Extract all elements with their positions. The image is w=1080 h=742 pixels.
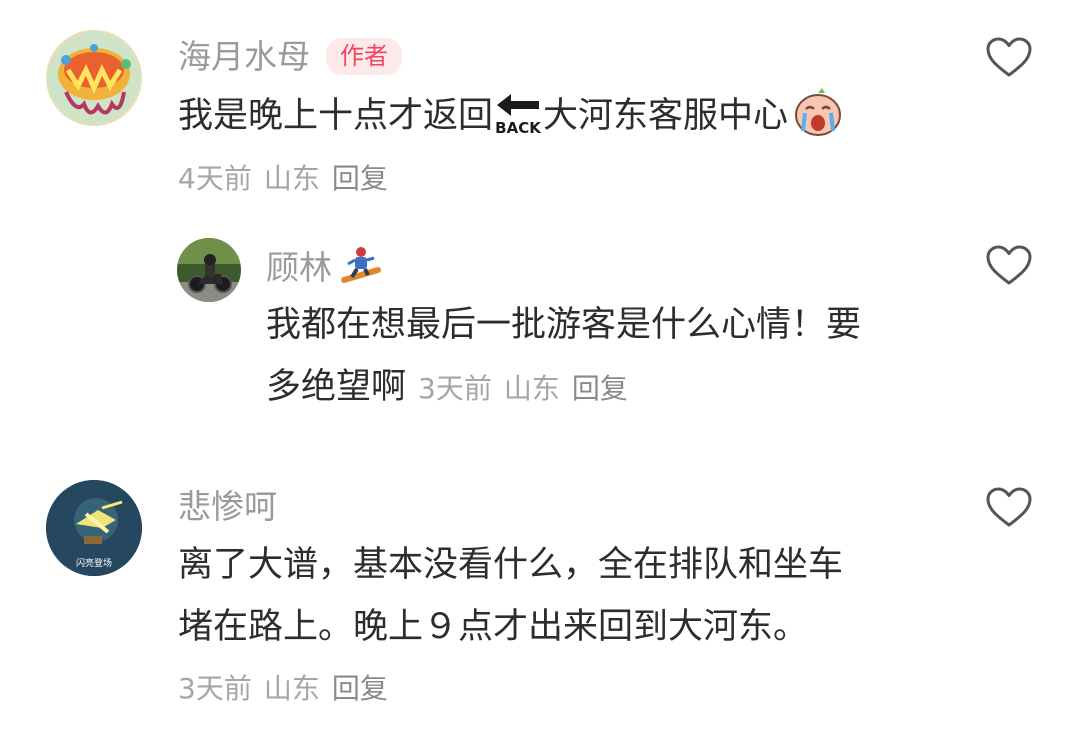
comment-location: 山东 — [263, 672, 320, 705]
comment-text: 我是晚上十点才返回 BACK 大河东客服中心 — [178, 85, 844, 147]
comment-header: 悲惨呵 — [178, 490, 277, 523]
reply-comment-item: 顾林 我都在想最后一批游客是什么心情！要 多绝望啊 3天前 山东 回复 — [0, 210, 1080, 440]
username[interactable]: 海月水母 — [178, 40, 310, 73]
comment-text: 离了大谱，基本没看什么，全在排队和坐车 堵在路上。晚上９点才出来回到大河东。 — [178, 545, 844, 647]
avatar-caption: 闪亮登场 — [76, 557, 112, 569]
user-avatar[interactable] — [46, 30, 142, 126]
game-character-avatar: 闪亮登场 — [46, 480, 142, 576]
jellyfish-illustration-avatar — [46, 30, 142, 126]
reply-button[interactable]: 回复 — [332, 162, 388, 195]
user-avatar[interactable] — [177, 238, 241, 302]
comment-meta: 4天前 山东 回复 — [178, 165, 400, 193]
like-button[interactable] — [985, 36, 1033, 78]
like-button[interactable] — [985, 244, 1033, 286]
snowboarder-emoji — [340, 246, 382, 288]
like-button[interactable] — [985, 486, 1033, 528]
back-label: BACK — [495, 119, 542, 137]
comment-meta: 3天前 山东 回复 — [178, 675, 400, 703]
comment-thread: 海月水母 作者 我是晚上十点才返回 BACK 大河东客服中心 4天前山东回复 — [0, 0, 1080, 742]
comment-location: 山东 — [503, 372, 560, 405]
comment-time: 3天前 — [418, 372, 492, 405]
heart-outline-icon — [986, 245, 1032, 285]
crying-face-emoji — [792, 87, 844, 137]
username[interactable]: 顾林 — [266, 251, 332, 284]
reply-button[interactable]: 回复 — [332, 672, 388, 705]
comment-location: 山东 — [263, 162, 320, 195]
reply-button[interactable]: 回复 — [572, 372, 628, 405]
comment-item: 闪亮登场 悲惨呵 离了大谱，基本没看什么，全在排队和坐车 堵在路上。晚上９点才出… — [0, 470, 1080, 742]
motorcycle-rider-avatar — [177, 238, 241, 302]
comment-text: 我都在想最后一批游客是什么心情！要 多绝望啊 3天前 山东 回复 — [266, 305, 862, 407]
heart-outline-icon — [986, 487, 1032, 527]
comment-item: 海月水母 作者 我是晚上十点才返回 BACK 大河东客服中心 4天前 山东 回复 — [0, 0, 1080, 210]
back-arrow-emoji: BACK — [493, 91, 543, 137]
author-badge: 作者 — [326, 38, 402, 75]
comment-time: 4天前 — [178, 162, 252, 195]
username[interactable]: 悲惨呵 — [178, 490, 277, 523]
heart-outline-icon — [986, 37, 1032, 77]
user-avatar[interactable]: 闪亮登场 — [46, 480, 142, 576]
comment-header: 海月水母 作者 — [178, 38, 402, 75]
comment-header: 顾林 — [266, 246, 382, 288]
comment-time: 3天前 — [178, 672, 252, 705]
comment-meta: 3天前 山东 回复 — [418, 372, 640, 405]
